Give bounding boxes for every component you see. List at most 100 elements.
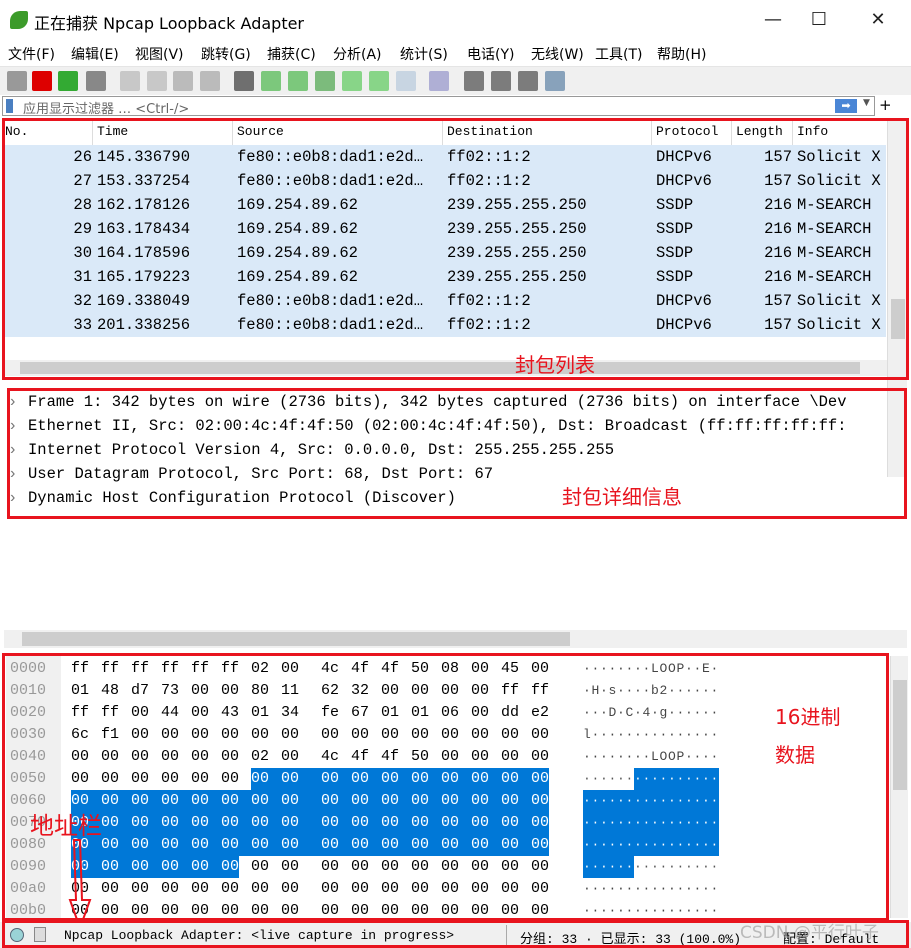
hex-byte[interactable]: 00 (251, 878, 269, 900)
hex-byte[interactable]: 00 (381, 724, 399, 746)
menu-item-1[interactable]: 编辑(E) (71, 44, 119, 64)
hex-byte[interactable]: 00 (351, 856, 369, 878)
ascii-text[interactable]: ···D·C·4·g······ (583, 702, 719, 724)
hex-byte[interactable]: 6c (71, 724, 89, 746)
hex-byte[interactable]: 01 (251, 702, 269, 724)
hex-byte[interactable]: 00 (411, 790, 442, 812)
hex-byte[interactable]: 00 (191, 724, 209, 746)
hex-byte[interactable]: 00 (71, 768, 89, 790)
hex-byte[interactable]: 00 (411, 768, 442, 790)
hex-byte[interactable]: 00 (351, 900, 369, 922)
menu-item-5[interactable]: 分析(A) (333, 44, 382, 64)
hex-byte[interactable]: e2 (531, 702, 549, 724)
hex-byte[interactable]: 00 (191, 746, 209, 768)
menu-item-2[interactable]: 视图(V) (135, 44, 184, 64)
packet-row[interactable]: 30 164.178596 169.254.89.62 239.255.255.250… (4, 241, 886, 265)
hex-byte[interactable]: 00 (531, 658, 549, 680)
hex-byte[interactable]: 00 (101, 768, 119, 790)
hex-byte[interactable]: ff (71, 702, 89, 724)
hex-byte[interactable]: 00 (501, 746, 519, 768)
hex-byte[interactable]: 00 (161, 812, 192, 834)
ascii-text[interactable]: ················ (583, 812, 719, 834)
add-filter-button[interactable]: + (879, 96, 892, 114)
hex-byte[interactable]: 00 (191, 702, 209, 724)
hex-byte[interactable]: ff (71, 658, 89, 680)
first-packet-icon[interactable] (342, 71, 362, 91)
apply-filter-arrow-icon[interactable]: ➡ (835, 99, 857, 113)
hex-byte[interactable]: 00 (531, 724, 549, 746)
ascii-text[interactable]: l··············· (583, 724, 719, 746)
hex-byte[interactable]: 00 (381, 834, 412, 856)
hex-byte[interactable]: 00 (161, 724, 179, 746)
hex-byte[interactable]: 44 (161, 702, 179, 724)
packet-row[interactable]: 28 162.178126 169.254.89.62 239.255.255.250… (4, 193, 886, 217)
hex-byte[interactable]: 00 (191, 768, 209, 790)
hex-byte[interactable]: 00 (471, 702, 489, 724)
hex-byte[interactable]: 00 (351, 768, 382, 790)
hex-byte[interactable]: 00 (131, 702, 149, 724)
go-back-icon[interactable] (261, 71, 281, 91)
hex-byte[interactable]: 4f (381, 658, 399, 680)
hex-byte[interactable]: 00 (221, 724, 239, 746)
hex-byte[interactable]: 00 (281, 834, 322, 856)
find-icon[interactable] (234, 71, 254, 91)
hex-byte[interactable]: 00 (251, 768, 282, 790)
hex-byte[interactable]: 00 (101, 834, 132, 856)
hex-byte[interactable]: 00 (221, 900, 239, 922)
hex-byte[interactable]: 00 (281, 856, 299, 878)
hex-byte[interactable]: 00 (441, 768, 472, 790)
hex-byte[interactable]: 00 (381, 812, 412, 834)
autoscroll-icon[interactable] (396, 71, 416, 91)
hex-byte[interactable]: 00 (471, 658, 489, 680)
hex-byte[interactable]: 00 (251, 812, 282, 834)
hex-byte[interactable]: 00 (191, 812, 222, 834)
hex-byte[interactable]: 00 (351, 834, 382, 856)
hex-byte[interactable]: 00 (531, 834, 550, 856)
hex-byte[interactable]: 02 (251, 658, 269, 680)
restart-icon[interactable] (58, 71, 78, 91)
colorize-icon[interactable] (429, 71, 449, 91)
hex-byte[interactable]: 00 (251, 724, 269, 746)
hex-vscrollbar[interactable] (890, 656, 908, 918)
hex-byte[interactable]: 00 (281, 900, 299, 922)
detail-tree-item[interactable]: › Internet Protocol Version 4, Src: 0.0.0… (8, 438, 614, 462)
hex-byte[interactable]: 00 (531, 856, 549, 878)
hex-byte[interactable]: 00 (101, 878, 119, 900)
hex-byte[interactable]: 00 (501, 812, 532, 834)
hex-byte[interactable]: 00 (471, 856, 489, 878)
hex-byte[interactable]: 08 (441, 658, 459, 680)
ascii-text[interactable]: ················ (583, 900, 719, 922)
hex-byte[interactable]: 62 (321, 680, 339, 702)
hex-byte[interactable]: 00 (531, 768, 550, 790)
detail-tree-item[interactable]: › Ethernet II, Src: 02:00:4c:4f:4f:50 (02… (8, 414, 847, 438)
hex-byte[interactable]: 00 (471, 724, 489, 746)
hex-byte[interactable]: 00 (221, 746, 239, 768)
hex-byte[interactable]: 00 (411, 812, 442, 834)
hex-byte[interactable]: 00 (191, 900, 209, 922)
hex-byte[interactable]: 00 (501, 768, 532, 790)
expand-chevron-icon[interactable]: › (8, 462, 28, 486)
hex-byte[interactable]: 00 (101, 856, 132, 878)
menu-item-6[interactable]: 统计(S) (400, 44, 448, 64)
hex-byte[interactable]: 73 (161, 680, 179, 702)
stop-square-icon[interactable] (32, 71, 52, 91)
last-packet-icon[interactable] (369, 71, 389, 91)
hex-byte[interactable]: 00 (191, 680, 209, 702)
expand-chevron-icon[interactable]: › (8, 414, 28, 438)
hex-byte[interactable]: 00 (221, 812, 252, 834)
hex-byte[interactable]: 00 (251, 834, 282, 856)
hex-byte[interactable]: 00 (531, 746, 549, 768)
hex-byte[interactable]: 00 (441, 812, 472, 834)
zoom-out-icon[interactable] (491, 71, 511, 91)
reload-icon[interactable] (200, 71, 220, 91)
hex-byte[interactable]: 00 (321, 856, 339, 878)
packet-row[interactable]: 32 169.338049 fe80::e0b8:dad1:e2d… ff02::1:… (4, 289, 886, 313)
hex-byte[interactable]: 00 (471, 790, 502, 812)
hex-byte[interactable]: 4f (351, 658, 369, 680)
hex-byte[interactable]: 00 (351, 790, 382, 812)
hex-byte[interactable]: 00 (221, 680, 239, 702)
hex-byte[interactable]: 00 (411, 878, 429, 900)
hex-byte[interactable]: ff (131, 658, 149, 680)
column-header-no[interactable]: No. (5, 124, 28, 139)
detail-tree-item[interactable]: › User Datagram Protocol, Src Port: 68, D… (8, 462, 493, 486)
